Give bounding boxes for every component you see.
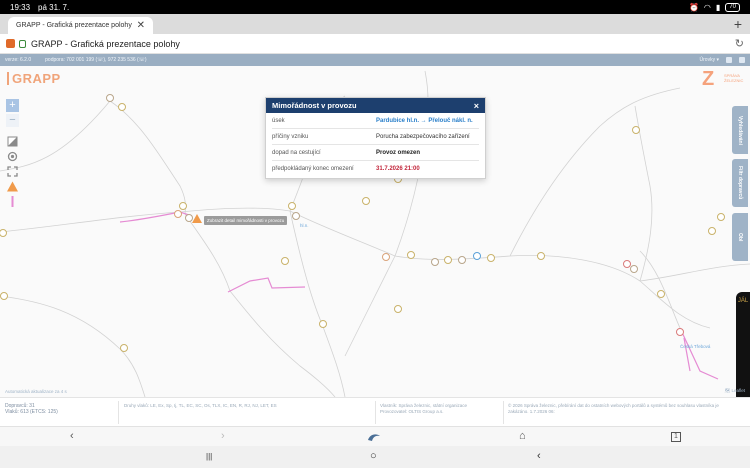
- train-count: Vlaků: 613 (ETCS: 125): [5, 409, 58, 415]
- back-button[interactable]: ‹: [70, 430, 74, 442]
- place-label-ceska-trebova: Česká Třebová: [680, 344, 711, 349]
- popup-row-end-time: předpokládaný konec omezení 31.7.2026 21…: [272, 161, 479, 177]
- zoom-out-button[interactable]: −: [6, 114, 19, 127]
- popup-row-cause: příčiny vzniku Porucha zabezpečovacího z…: [272, 129, 479, 145]
- incident-tooltip: Zobrazit detail mimořádnosti v provozu: [204, 216, 288, 225]
- app-version: verze: 6.2.0: [5, 57, 32, 63]
- wifi-icon: ◠: [703, 2, 711, 12]
- menu-dropdown[interactable]: Úrovky ▾: [700, 57, 719, 63]
- home-button[interactable]: ⌂: [519, 430, 526, 442]
- browser-logo-icon[interactable]: [367, 432, 381, 442]
- new-tab-button[interactable]: +: [734, 16, 742, 32]
- zoom-in-button[interactable]: +: [6, 99, 19, 112]
- popup-row-section: úsek Pardubice hl.n. → Přelouč nákl. n.: [272, 113, 479, 129]
- grapp-logo: GRAPP: [12, 71, 61, 86]
- footer-divider: [375, 401, 376, 424]
- popup-title: Mimořádnost v provozu: [272, 101, 357, 110]
- footer-owner: Vlastník: Správa železnic, státní organi…: [380, 403, 468, 414]
- popup-header: Mimořádnost v provozu ×: [266, 98, 485, 113]
- alarm-icon: ⏰: [688, 2, 699, 12]
- user-icon[interactable]: [739, 57, 745, 63]
- row-label: dopad na cestující: [272, 149, 321, 156]
- leaflet-attribution[interactable]: 🗺 Leaflet: [725, 388, 745, 394]
- floating-panel[interactable]: JÁL: [736, 292, 750, 397]
- status-time: 19:33: [10, 2, 31, 12]
- row-value: 31.7.2026 21:00: [376, 166, 420, 172]
- row-value: Provoz omezen: [376, 149, 421, 156]
- affected-segments: [119, 211, 719, 380]
- browser-tab[interactable]: GRAPP - Grafická prezentace polohy ✕: [8, 17, 153, 34]
- place-label-pardubice: hl.n.: [300, 223, 309, 228]
- side-tab-more[interactable]: Obl: [732, 213, 748, 261]
- row-label: příčiny vzniku: [272, 133, 309, 140]
- tabs-count-button[interactable]: 1: [671, 432, 681, 442]
- incident-warning-icon[interactable]: [192, 214, 202, 223]
- site-favicon-icon: [6, 39, 15, 48]
- layers-icon[interactable]: [6, 135, 19, 148]
- page-title-in-omnibox[interactable]: GRAPP - Grafická prezentace polohy: [31, 39, 180, 49]
- forward-button[interactable]: ›: [221, 430, 225, 442]
- popup-close-icon[interactable]: ×: [474, 101, 479, 111]
- section-link[interactable]: Pardubice hl.n. → Přelouč nákl. n.: [376, 118, 473, 124]
- status-date: pá 31. 7.: [38, 2, 70, 12]
- sz-logo: Z SPRÁVA ŽELEZNIC: [702, 68, 744, 90]
- tab-close-icon[interactable]: ✕: [137, 20, 145, 31]
- row-label: úsek: [272, 117, 285, 124]
- row-label: předpokládaný konec omezení: [272, 166, 354, 172]
- android-back-button[interactable]: ‹: [537, 450, 541, 462]
- status-bar: 19:33 pá 31. 7. ⏰ ◠ ▮ 70: [0, 0, 750, 14]
- support-contact: podpora: 702 001 199 (☏), 972 235 536 (☏…: [45, 57, 147, 63]
- address-bar[interactable]: GRAPP - Grafická prezentace polohy ↻: [0, 34, 750, 54]
- auto-refresh-label: Automatická aktualizace za 4 s: [5, 389, 67, 394]
- fullscreen-icon[interactable]: [6, 165, 19, 178]
- app-footer: Dopravců: 31 Vlaků: 613 (ETCS: 125) Druh…: [0, 397, 750, 426]
- android-nav-bar: ||| ○ ‹: [0, 446, 750, 468]
- battery-icon: 70: [725, 2, 740, 12]
- flag-icon[interactable]: [726, 57, 732, 63]
- footer-counts: Dopravců: 31 Vlaků: 613 (ETCS: 125): [5, 403, 58, 415]
- locate-icon[interactable]: [6, 150, 19, 163]
- warning-filter-icon[interactable]: [6, 180, 19, 193]
- map[interactable]: GRAPP Z SPRÁVA ŽELEZNIC + − Vyhledávání …: [0, 66, 750, 397]
- screen: 19:33 pá 31. 7. ⏰ ◠ ▮ 70 GRAPP - Grafick…: [0, 0, 750, 468]
- side-tab-carrier-filter[interactable]: Filtr dopravců: [732, 159, 748, 207]
- row-value: Porucha zabezpečovacího zařízení: [376, 133, 470, 140]
- footer-divider: [503, 401, 504, 424]
- popup-row-impact: dopad na cestující Provoz omezen: [272, 145, 479, 161]
- footer-train-types: Druhy vlaků: LE, Ex, Sp, Ij, TL, EC, SC,…: [124, 403, 277, 408]
- footer-divider: [118, 401, 119, 424]
- tab-strip: GRAPP - Grafická prezentace polohy ✕ +: [0, 14, 750, 34]
- browser-bottom-nav: ‹ › ⌂ 1: [0, 426, 750, 446]
- route-filter-icon[interactable]: [6, 195, 19, 208]
- tab-title: GRAPP - Grafická prezentace polohy: [16, 22, 132, 29]
- footer-copyright: © 2026 Správa železnic, přebírání dat do…: [508, 403, 719, 414]
- incident-popup: Mimořádnost v provozu × úsek Pardubice h…: [265, 97, 486, 179]
- side-tab-search[interactable]: Vyhledávání: [732, 106, 748, 154]
- android-home-button[interactable]: ○: [370, 450, 377, 462]
- app-header: verze: 6.2.0 podpora: 702 001 199 (☏), 9…: [0, 54, 750, 66]
- reload-icon[interactable]: ↻: [735, 37, 744, 50]
- lock-icon[interactable]: [19, 39, 26, 48]
- signal-icon: ▮: [715, 2, 721, 12]
- recents-button[interactable]: |||: [206, 452, 212, 461]
